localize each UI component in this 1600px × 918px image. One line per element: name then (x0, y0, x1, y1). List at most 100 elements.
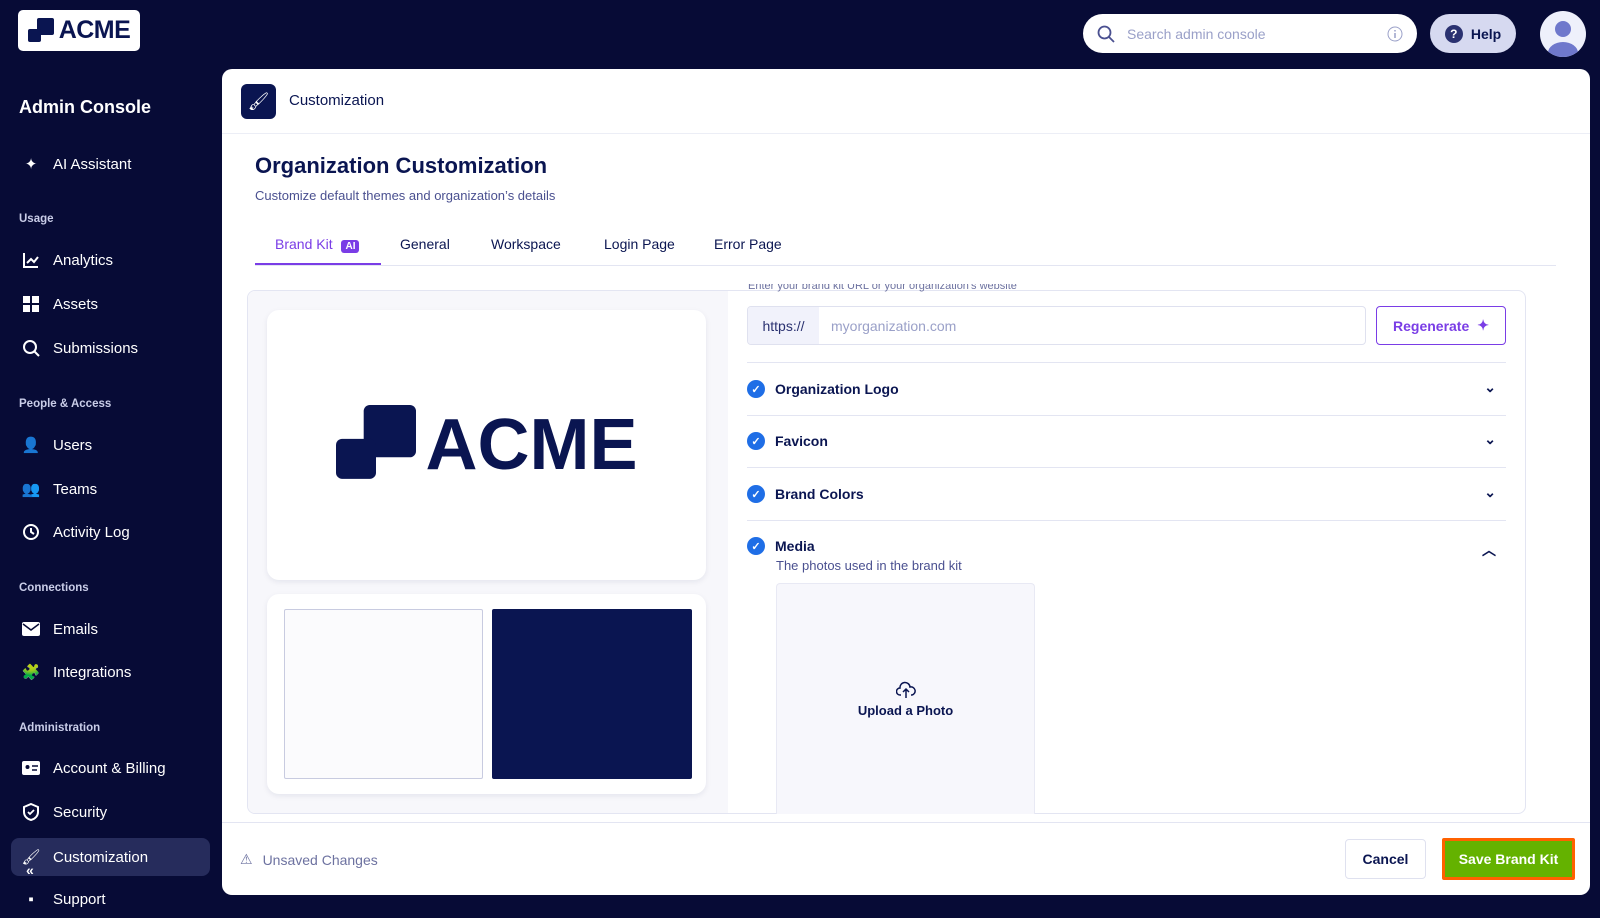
logo-preview: ACME (267, 310, 706, 580)
sidebar-item-submissions[interactable]: Submissions (11, 329, 210, 367)
history-icon (22, 523, 40, 541)
divider (747, 362, 1506, 363)
label: Security (53, 803, 108, 821)
chevron-down-icon: ⌄ (1484, 379, 1496, 395)
section-administration: Administration (19, 722, 101, 734)
cancel-button[interactable]: Cancel (1345, 839, 1426, 879)
label: Analytics (53, 251, 114, 269)
avatar[interactable] (1540, 11, 1586, 57)
chevron-down-icon: ⌄ (1484, 484, 1496, 500)
help-button[interactable]: ? Help (1430, 14, 1516, 53)
tab-login-page[interactable]: Login Page (604, 236, 675, 252)
header-divider (222, 133, 1590, 134)
divider (747, 415, 1506, 416)
section-media[interactable]: ✓ Media ︿ (747, 537, 1506, 558)
unsaved-changes-status: ⚠ Unsaved Changes (240, 851, 378, 868)
url-prefix: https:// (748, 307, 819, 344)
info-icon[interactable] (1387, 26, 1403, 42)
sparkle-icon: ✦ (24, 156, 38, 173)
tab-workspace[interactable]: Workspace (491, 236, 561, 252)
acme-logo-icon (27, 17, 54, 42)
tab-general[interactable]: General (400, 236, 450, 252)
sidebar-item-assets[interactable]: Assets (11, 285, 210, 323)
header-title: Customization (289, 92, 385, 109)
section-people: People & Access (19, 398, 112, 410)
shield-icon (22, 803, 40, 821)
section-label: Brand Colors (775, 486, 864, 502)
grid-icon (22, 295, 40, 313)
url-helper-text: Enter your brand kit URL or your organiz… (748, 284, 1017, 292)
chevron-up-icon: ︿ (1482, 542, 1496, 558)
sidebar-item-teams[interactable]: 👥 Teams (11, 470, 210, 508)
section-label: Media (775, 538, 815, 554)
search-icon (22, 339, 40, 357)
section-label: Organization Logo (775, 381, 899, 397)
label: AI Assistant (53, 155, 132, 173)
sparkle-icon: ✦ (1477, 317, 1489, 333)
customization-header-icon: 🖌 (241, 84, 276, 119)
tab-brand-kit[interactable]: Brand Kit AI (275, 236, 360, 253)
search-input[interactable]: Search admin console (1083, 14, 1417, 53)
color-swatch-dark[interactable] (492, 609, 692, 779)
collapse-sidebar-icon[interactable]: « (26, 862, 34, 878)
sidebar-item-account-billing[interactable]: Account & Billing (11, 749, 210, 787)
active-tab-indicator (255, 263, 381, 265)
sidebar-item-integrations[interactable]: 🧩 Integrations (11, 653, 210, 691)
sidebar-item-emails[interactable]: Emails (11, 610, 210, 648)
label: Submissions (53, 339, 139, 357)
sidebar-item-ai-assistant[interactable]: ✦ AI Assistant (11, 145, 210, 183)
label: Account & Billing (53, 759, 166, 777)
regenerate-label: Regenerate (1393, 317, 1470, 334)
search-placeholder: Search admin console (1127, 25, 1266, 42)
sidebar-item-support[interactable]: ▪ Support (11, 880, 210, 918)
page-subtitle: Customize default themes and organizatio… (255, 188, 556, 203)
footer-divider (222, 822, 1590, 823)
section-organization-logo[interactable]: ✓ Organization Logo ⌄ (747, 379, 1506, 398)
section-usage: Usage (19, 213, 54, 225)
tab-label: Brand Kit (275, 236, 333, 252)
check-icon: ✓ (747, 537, 765, 555)
upload-label: Upload a Photo (857, 702, 954, 718)
upload-photo-button[interactable]: Upload a Photo (776, 583, 1035, 814)
page-title: Organization Customization (255, 153, 548, 178)
divider (747, 520, 1506, 521)
label: Activity Log (53, 523, 130, 541)
acme-logo-icon (335, 405, 416, 479)
unsaved-label: Unsaved Changes (262, 851, 378, 868)
sidebar-item-activity-log[interactable]: Activity Log (11, 513, 210, 551)
sidebar-item-security[interactable]: Security (11, 793, 210, 831)
id-card-icon (22, 759, 40, 777)
label: Integrations (53, 663, 132, 681)
support-icon: ▪ (28, 890, 34, 908)
acme-logo[interactable]: ACME (18, 10, 140, 51)
divider (747, 467, 1506, 468)
check-icon: ✓ (747, 380, 765, 398)
ai-badge: AI (341, 240, 360, 253)
sidebar-item-users[interactable]: 👤 Users (11, 426, 210, 464)
section-brand-colors[interactable]: ✓ Brand Colors ⌄ (747, 484, 1506, 503)
tab-error-page[interactable]: Error Page (714, 236, 782, 252)
check-icon: ✓ (747, 485, 765, 503)
logo-preview-text: ACME (425, 405, 638, 485)
url-placeholder: myorganization.com (831, 317, 957, 334)
label: Teams (53, 480, 98, 498)
label: Assets (53, 295, 99, 313)
media-description: The photos used in the brand kit (776, 558, 962, 573)
label: Emails (53, 620, 99, 638)
sidebar-item-customization[interactable]: 🖌 Customization (11, 838, 210, 876)
brand-url-input[interactable]: https:// myorganization.com (747, 306, 1366, 345)
section-favicon[interactable]: ✓ Favicon ⌄ (747, 431, 1506, 450)
save-brand-kit-button[interactable]: Save Brand Kit (1442, 838, 1575, 880)
color-swatch-light[interactable] (284, 609, 483, 779)
help-label: Help (1470, 25, 1502, 42)
label: Support (53, 890, 106, 908)
regenerate-button[interactable]: Regenerate ✦ (1376, 306, 1506, 345)
team-icon: 👥 (21, 481, 41, 498)
user-icon: 👤 (21, 437, 41, 454)
help-icon: ? (1444, 24, 1463, 43)
sidebar-item-analytics[interactable]: Analytics (11, 241, 210, 279)
puzzle-icon: 🧩 (21, 664, 41, 681)
logo-text: ACME (58, 16, 131, 44)
user-avatar-icon (1548, 21, 1578, 57)
section-label: Favicon (775, 433, 828, 449)
